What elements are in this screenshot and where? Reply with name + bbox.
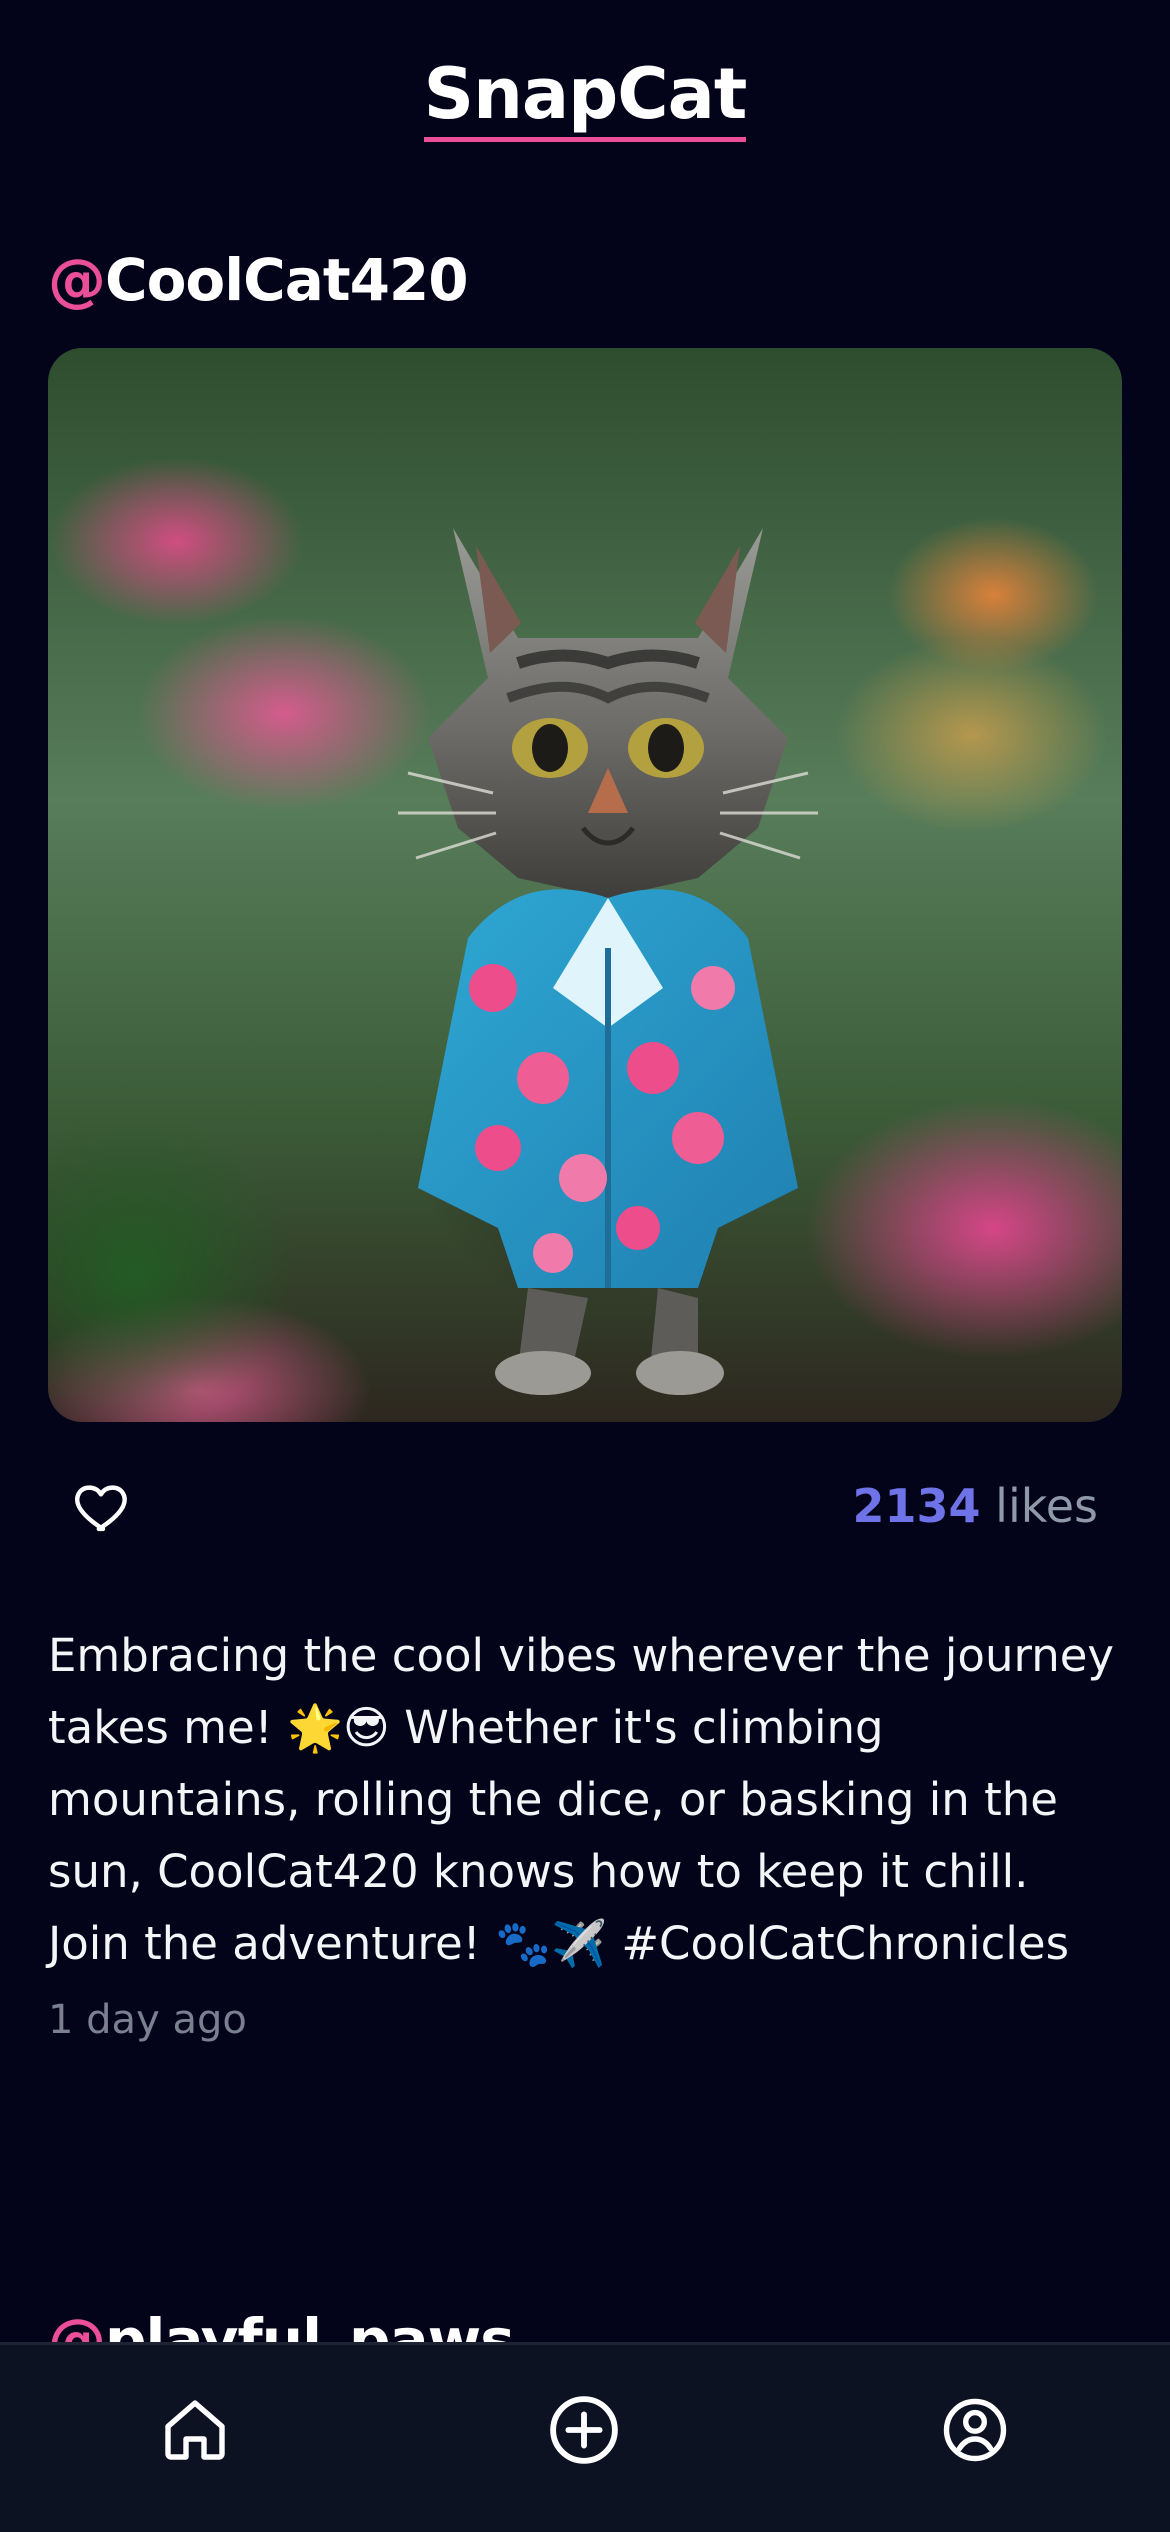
like-button[interactable]: [72, 1476, 134, 1538]
post-card: @CoolCat420 2134 likes Embracing the coo…: [48, 240, 1122, 2048]
post-timestamp: 1 day ago: [48, 1997, 247, 2043]
brand-logo: SnapCat: [423, 59, 747, 142]
post-caption: Embracing the cool vibes wherever the jo…: [48, 1629, 1115, 1970]
post-image[interactable]: [48, 348, 1122, 1422]
likes-summary: 2134 likes: [853, 1478, 1098, 1534]
nav-home-button[interactable]: [156, 2391, 234, 2469]
home-icon: [165, 2400, 225, 2460]
username-at-symbol: @: [48, 246, 106, 314]
nav-profile-button[interactable]: [936, 2391, 1014, 2469]
cat-illustration: [398, 528, 818, 1395]
post-actions: 2134 likes: [48, 1450, 1122, 1562]
username-text: CoolCat420: [105, 246, 469, 314]
likes-count: 2134: [852, 1479, 981, 1533]
bottom-navigation: [0, 2342, 1170, 2532]
user-circle-icon: [943, 2398, 1007, 2462]
heart-icon: [75, 1485, 127, 1532]
nav-create-post-button[interactable]: [545, 2391, 623, 2469]
plus-circle-icon: [550, 2396, 618, 2464]
app: SnapCat @CoolCat420 2134 likes Embracing…: [0, 0, 1170, 2532]
likes-label: likes: [995, 1479, 1098, 1533]
app-header: SnapCat: [0, 40, 1170, 160]
post-username[interactable]: @CoolCat420: [48, 240, 1122, 320]
